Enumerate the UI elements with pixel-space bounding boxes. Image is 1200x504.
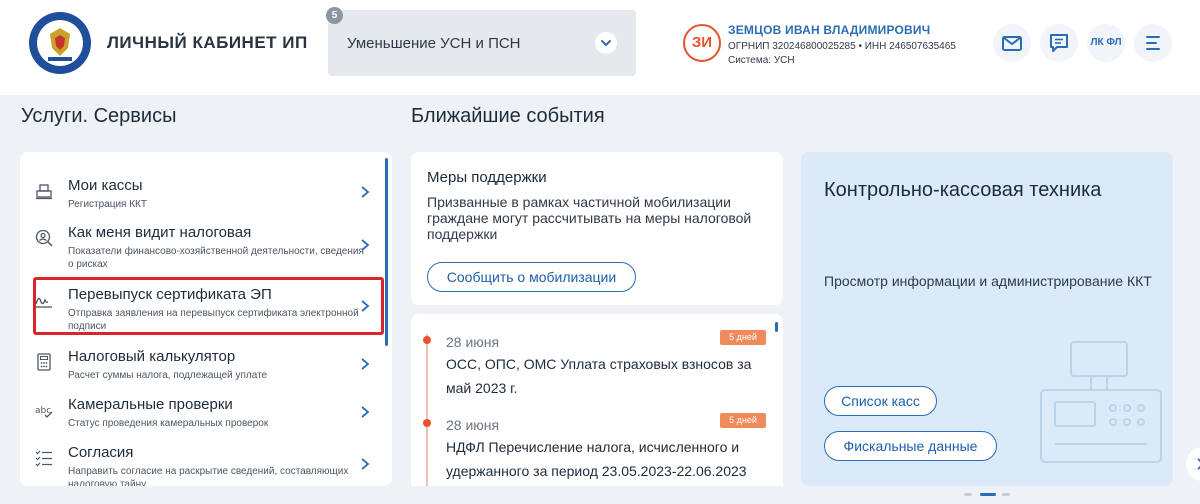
services-card: Мои кассы Регистрация ККТ Как меня видит… <box>20 152 392 486</box>
checklist-icon <box>35 450 52 467</box>
chevron-right-icon <box>1197 458 1200 470</box>
user-ids: ОГРНИП 320246800025285 • ИНН 24650763546… <box>728 41 956 52</box>
carousel-next-button[interactable] <box>1186 447 1200 481</box>
support-measures-card: Меры поддержки Призванные в рамках части… <box>411 152 783 305</box>
events-heading: Ближайшие события <box>411 105 605 127</box>
abc-check-icon: abc <box>35 406 53 418</box>
header: ЛИЧНЫЙ КАБИНЕТ ИП Уменьшение УСН и ПСН 5… <box>0 0 1200 95</box>
event-text[interactable]: ОСС, ОПС, ОМС Уплата страховых взносов з… <box>446 352 776 400</box>
events-list: 28 июня 5 дней ОСС, ОПС, ОМС Уплата стра… <box>411 314 783 486</box>
days-left-badge: 5 дней <box>720 413 766 428</box>
service-title: Камеральные проверки <box>68 396 233 413</box>
services-scrollbar[interactable] <box>385 158 388 346</box>
cash-register-icon <box>36 184 52 200</box>
avatar[interactable]: ЗИ <box>683 24 721 62</box>
mode-select-value: Уменьшение УСН и ПСН <box>347 35 521 52</box>
chevron-right-icon <box>361 458 370 470</box>
timeline-line <box>426 334 428 486</box>
service-subtitle: Показатели финансово-хозяйственной деяте… <box>68 246 364 270</box>
service-subtitle: Расчет суммы налога, подлежащей уплате <box>68 370 268 381</box>
service-item-tax-calculator[interactable]: Налоговый калькулятор Расчет суммы налог… <box>20 348 380 382</box>
cash-register-illustration-icon <box>1040 341 1162 463</box>
service-item-consents[interactable]: Согласия Направить согласие на раскрытие… <box>20 444 380 486</box>
event-date: 28 июня <box>446 334 500 350</box>
chevron-down-icon[interactable] <box>595 32 617 54</box>
messages-button[interactable] <box>1040 24 1078 62</box>
support-title: Меры поддержки <box>427 169 547 186</box>
chevron-right-icon <box>361 186 370 198</box>
mode-count-badge: 5 <box>326 7 343 24</box>
mode-select[interactable]: Уменьшение УСН и ПСН <box>328 10 636 76</box>
calculator-icon <box>37 353 51 371</box>
chat-icon <box>1050 34 1068 52</box>
lk-fl-label: ЛК ФЛ <box>1090 37 1122 48</box>
service-item-my-kkt[interactable]: Мои кассы Регистрация ККТ <box>20 177 380 217</box>
event-date: 28 июня <box>446 417 500 433</box>
kkt-description: Просмотр информации и администрирование … <box>824 273 1152 289</box>
lk-fl-button[interactable]: ЛК ФЛ <box>1087 24 1125 62</box>
service-title: Налоговый калькулятор <box>68 348 236 365</box>
user-tax-system: Система: УСН <box>728 55 795 66</box>
hamburger-menu-icon <box>1146 36 1160 50</box>
carousel-dot-active[interactable] <box>980 493 996 496</box>
highlight-frame <box>33 277 384 335</box>
service-subtitle: Регистрация ККТ <box>68 199 147 210</box>
fns-logo-icon[interactable] <box>28 10 92 76</box>
services-heading: Услуги. Сервисы <box>21 105 177 127</box>
chevron-right-icon <box>361 358 370 370</box>
service-title: Согласия <box>68 444 134 461</box>
service-item-desk-audits[interactable]: abc Камеральные проверки Статус проведен… <box>20 396 380 430</box>
timeline-dot <box>423 336 431 344</box>
fiscal-data-button[interactable]: Фискальные данные <box>824 431 997 461</box>
service-subtitle: Направить согласие на раскрытие сведений… <box>68 466 349 486</box>
mail-button[interactable] <box>993 24 1031 62</box>
service-title: Мои кассы <box>68 177 143 194</box>
support-text: Призванные в рамках частичной мобилизаци… <box>427 194 752 242</box>
user-name[interactable]: ЗЕМЦОВ ИВАН ВЛАДИМИРОВИЧ <box>728 23 930 37</box>
cabinet-title: ЛИЧНЫЙ КАБИНЕТ ИП <box>107 33 308 52</box>
timeline-dot <box>423 419 431 427</box>
chevron-right-icon <box>361 239 370 251</box>
service-subtitle: Статус проведения камеральных проверок <box>68 418 269 429</box>
mail-icon <box>1002 36 1022 51</box>
days-left-badge: 5 дней <box>720 330 766 345</box>
events-scrollbar[interactable] <box>775 322 778 332</box>
menu-button[interactable] <box>1134 24 1172 62</box>
carousel-dot[interactable] <box>964 493 972 496</box>
chevron-right-icon <box>361 406 370 418</box>
service-title: Как меня видит налоговая <box>68 224 252 241</box>
event-text[interactable]: НДФЛ Перечисление налога, исчисленного и… <box>446 435 776 483</box>
carousel-dot[interactable] <box>1002 493 1010 496</box>
kkt-title: Контрольно-кассовая техника <box>824 179 1102 201</box>
magnifier-person-icon <box>35 229 53 247</box>
kkt-card: Контрольно-кассовая техника Просмотр инф… <box>801 152 1173 486</box>
kkt-list-button[interactable]: Список касс <box>824 386 937 416</box>
service-item-tax-view[interactable]: Как меня видит налоговая Показатели фина… <box>20 224 380 274</box>
report-mobilization-button[interactable]: Сообщить о мобилизации <box>427 262 636 292</box>
